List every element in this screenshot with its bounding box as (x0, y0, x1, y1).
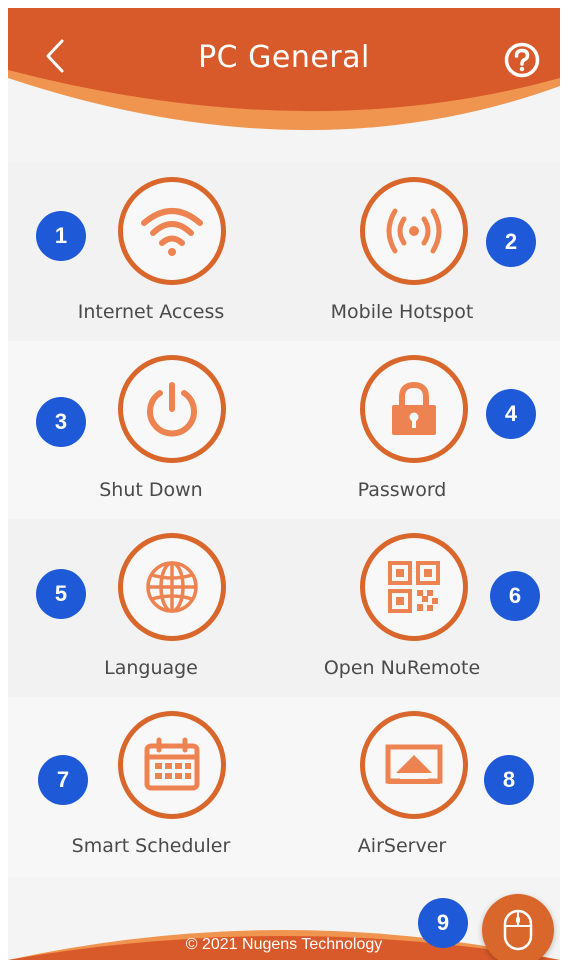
mouse-icon (503, 909, 533, 951)
tile-label: Internet Access (77, 301, 225, 323)
tile-label: Password (357, 479, 447, 501)
step-badge-4: 4 (486, 389, 536, 439)
help-circle-icon (504, 42, 540, 78)
step-badge-3: 3 (36, 397, 86, 447)
tile-label: Smart Scheduler (71, 835, 231, 857)
mouse-mode-button[interactable] (482, 894, 554, 960)
options-row: Smart Scheduler AirServer 7 8 (8, 697, 560, 877)
mobile-hotspot-button[interactable] (360, 177, 468, 285)
help-button[interactable] (504, 42, 540, 78)
globe-icon (146, 561, 198, 613)
shut-down-button[interactable] (118, 355, 226, 463)
footer-bar: © 2021 Nugens Technology (8, 912, 560, 960)
step-badge-5: 5 (36, 569, 86, 619)
step-badge-1: 1 (36, 211, 86, 261)
tile-label: Mobile Hotspot (330, 301, 474, 323)
copyright-text: © 2021 Nugens Technology (185, 936, 383, 953)
options-row: Shut Down Password 3 4 (8, 341, 560, 519)
power-icon (147, 382, 197, 437)
qr-code-icon (388, 561, 440, 613)
header-bar: PC General (8, 8, 560, 158)
header-background (8, 8, 560, 131)
tile-label: Open NuRemote (323, 657, 481, 679)
airplay-icon (385, 744, 443, 784)
language-button[interactable] (118, 533, 226, 641)
internet-access-button[interactable] (118, 177, 226, 285)
lock-icon (392, 381, 436, 435)
options-row: Language Open NuRemote 5 6 (8, 519, 560, 697)
step-badge-9: 9 (418, 898, 468, 948)
options-row: Internet Access Mobile Hotspot 1 2 (8, 163, 560, 341)
step-badge-7: 7 (38, 755, 88, 805)
tile-label: Language (104, 657, 198, 679)
password-button[interactable] (360, 355, 468, 463)
options-grid: Internet Access Mobile Hotspot 1 2 Shut … (8, 163, 560, 877)
page-title: PC General (198, 40, 370, 75)
step-badge-8: 8 (484, 755, 534, 805)
calendar-icon (144, 737, 200, 791)
smart-scheduler-button[interactable] (118, 711, 226, 819)
tile-label: Shut Down (99, 479, 203, 501)
tile-label: AirServer (357, 835, 447, 857)
wifi-icon (141, 208, 203, 256)
step-badge-6: 6 (490, 571, 540, 621)
app-screen: PC General Internet Access Mobile Hotspo… (8, 8, 560, 960)
airserver-button[interactable] (360, 711, 468, 819)
step-badge-2: 2 (486, 217, 536, 267)
open-nuremote-button[interactable] (360, 533, 468, 641)
hotspot-icon (386, 208, 442, 254)
